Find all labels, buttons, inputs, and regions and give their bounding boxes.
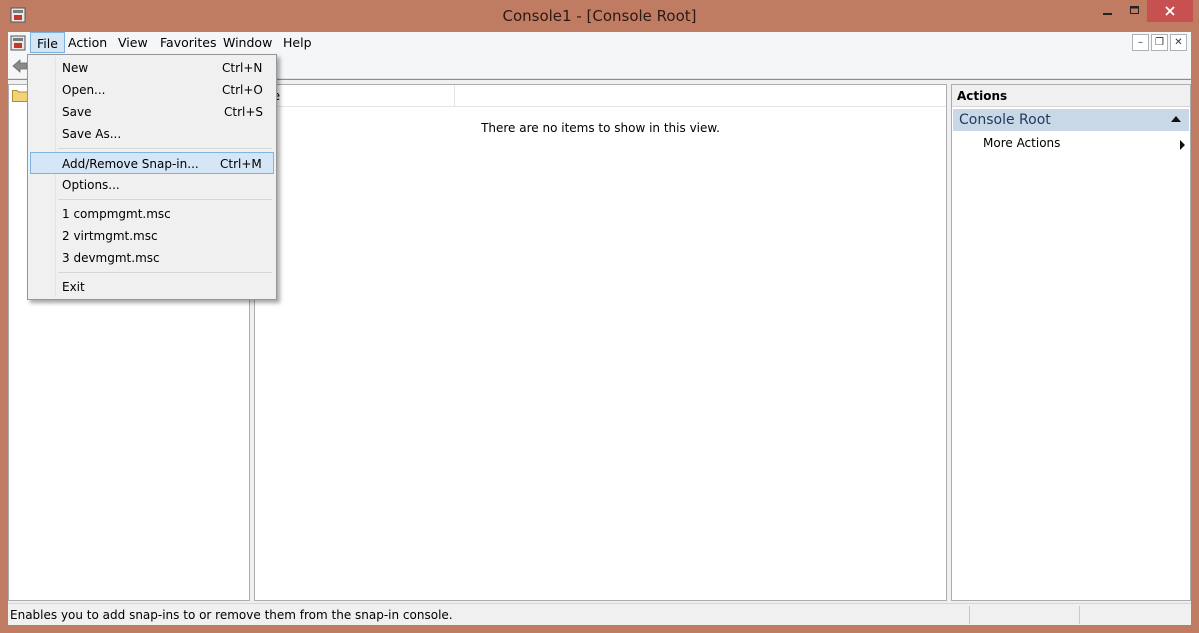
list-header: me — [255, 85, 946, 107]
results-pane[interactable]: me There are no items to show in this vi… — [254, 84, 947, 601]
menu-bar: File Action View Favorites Window Help –… — [8, 32, 1191, 54]
collapse-icon[interactable] — [1171, 116, 1181, 122]
menu-item-label: Options... — [62, 178, 120, 192]
minimize-icon: – — [1138, 37, 1143, 48]
column-header-name[interactable]: me — [255, 85, 455, 107]
menu-item-shortcut: Ctrl+N — [222, 61, 263, 75]
more-actions-link[interactable]: More Actions — [983, 136, 1060, 150]
arrow-right-icon — [1180, 140, 1185, 150]
close-button[interactable] — [1147, 0, 1193, 22]
menu-file[interactable]: File — [30, 32, 65, 53]
minimize-button[interactable] — [1093, 0, 1123, 22]
menu-item-label: Open... — [62, 83, 106, 97]
close-icon — [1165, 6, 1175, 16]
actions-group-console-root[interactable]: Console Root — [953, 109, 1189, 131]
mmc-window: Console1 - [Console Root] File Action Vi… — [0, 0, 1199, 633]
menu-item-exit[interactable]: Exit — [30, 276, 274, 298]
menu-item-recent-1[interactable]: 1 compmgmt.msc — [30, 203, 274, 225]
maximize-button[interactable] — [1120, 0, 1150, 22]
menu-item-label: 1 compmgmt.msc — [62, 207, 171, 221]
menu-item-save[interactable]: Save Ctrl+S — [30, 101, 274, 123]
menu-item-save-as[interactable]: Save As... — [30, 123, 274, 145]
menu-item-shortcut: Ctrl+S — [224, 105, 264, 119]
mdi-close-button[interactable]: ✕ — [1170, 34, 1187, 51]
minimize-icon — [1103, 13, 1112, 15]
menu-item-label: 2 virtmgmt.msc — [62, 229, 158, 243]
file-menu-dropdown: New Ctrl+N Open... Ctrl+O Save Ctrl+S Sa… — [27, 54, 277, 300]
mdi-restore-button[interactable]: ❐ — [1151, 34, 1168, 51]
actions-group-label: Console Root — [959, 112, 1051, 128]
status-divider — [1079, 606, 1080, 624]
restore-icon: ❐ — [1155, 37, 1164, 48]
menu-item-open[interactable]: Open... Ctrl+O — [30, 79, 274, 101]
menu-item-add-remove-snap-in[interactable]: Add/Remove Snap-in... Ctrl+M — [30, 152, 274, 174]
window-title: Console1 - [Console Root] — [502, 7, 697, 25]
status-text: Enables you to add snap-ins to or remove… — [10, 608, 453, 622]
menu-view[interactable]: View — [112, 32, 154, 53]
folder-icon[interactable] — [12, 88, 28, 102]
menu-item-label: Save As... — [62, 127, 122, 141]
menu-favorites[interactable]: Favorites — [154, 32, 222, 53]
menu-item-label: Exit — [62, 280, 85, 294]
menu-item-label: New — [62, 61, 89, 75]
menu-action[interactable]: Action — [62, 32, 113, 53]
menu-item-label: Add/Remove Snap-in... — [62, 157, 199, 171]
menu-item-label: Save — [62, 105, 92, 119]
menu-help[interactable]: Help — [277, 32, 318, 53]
menu-item-recent-2[interactable]: 2 virtmgmt.msc — [30, 225, 274, 247]
menu-item-shortcut: Ctrl+O — [222, 83, 263, 97]
title-bar: Console1 - [Console Root] — [0, 0, 1199, 32]
actions-header: Actions — [952, 85, 1190, 107]
menu-item-recent-3[interactable]: 3 devmgmt.msc — [30, 247, 274, 269]
menu-window[interactable]: Window — [217, 32, 278, 53]
menu-item-options[interactable]: Options... — [30, 174, 274, 196]
maximize-icon — [1130, 6, 1139, 14]
menu-item-shortcut: Ctrl+M — [220, 157, 262, 171]
mdi-controls: – ❐ ✕ — [1132, 34, 1187, 51]
status-bar: Enables you to add snap-ins to or remove… — [8, 603, 1191, 625]
menu-item-label: 3 devmgmt.msc — [62, 251, 160, 265]
actions-pane: Actions Console Root More Actions — [951, 84, 1191, 601]
empty-message: There are no items to show in this view. — [481, 121, 720, 135]
menu-item-new[interactable]: New Ctrl+N — [30, 57, 274, 79]
menu-separator — [58, 199, 272, 200]
menu-separator — [58, 272, 272, 273]
menu-separator — [58, 148, 272, 149]
console-menu-icon[interactable] — [10, 35, 26, 51]
status-divider — [969, 606, 970, 624]
mdi-minimize-button[interactable]: – — [1132, 34, 1149, 51]
close-icon: ✕ — [1174, 37, 1183, 48]
